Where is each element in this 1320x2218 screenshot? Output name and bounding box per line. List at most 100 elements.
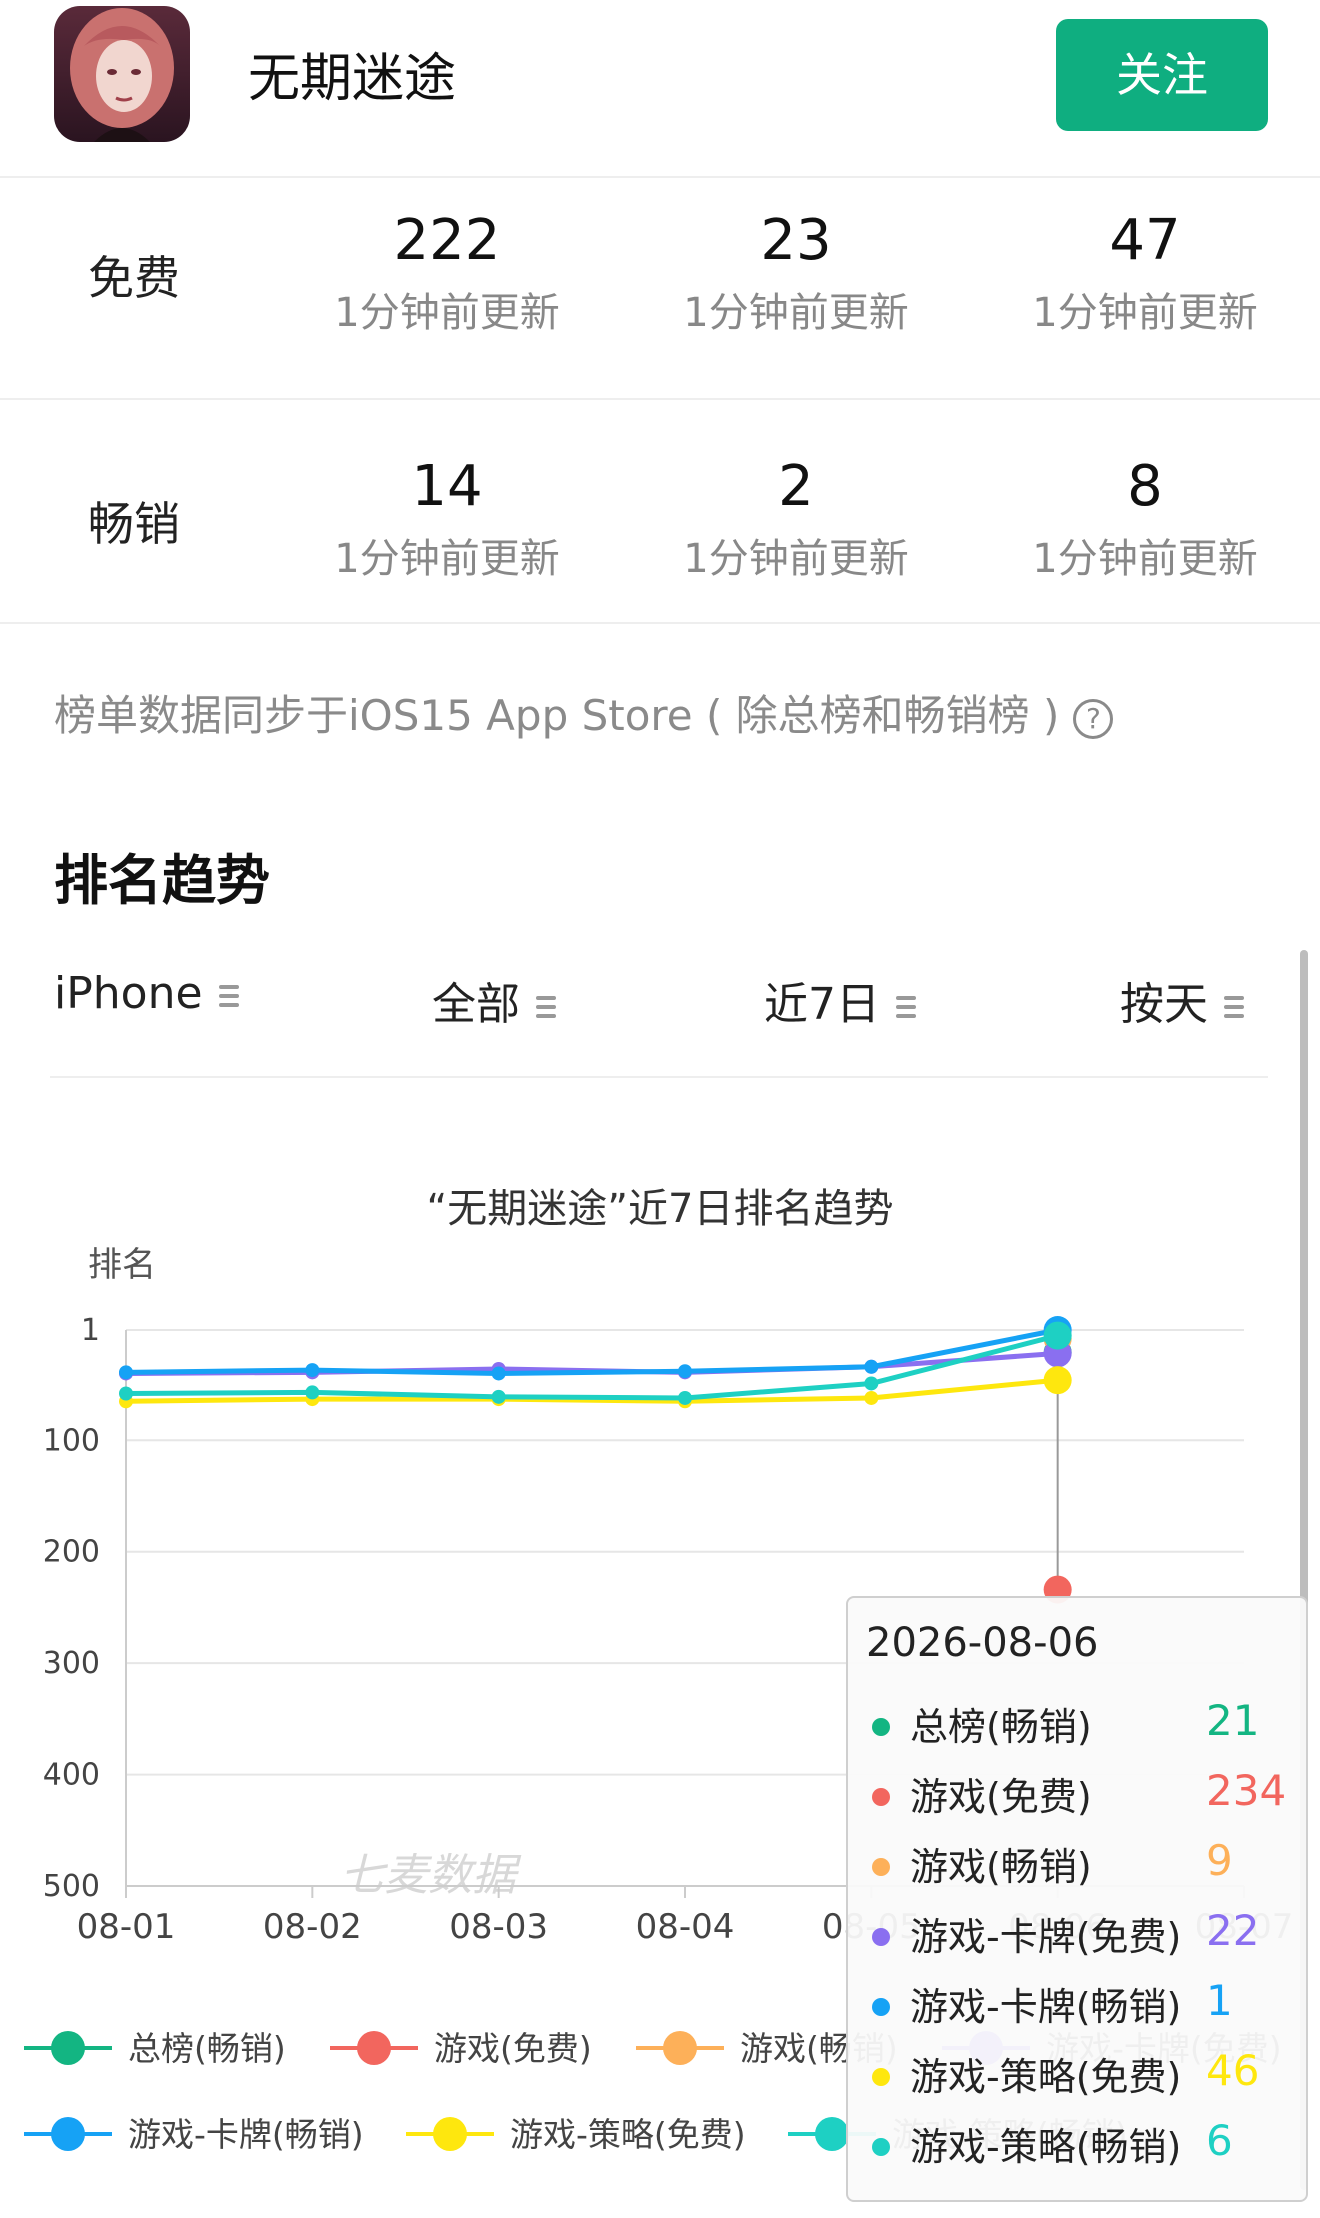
- rank-updated: 1分钟前更新: [334, 536, 560, 582]
- menu-icon: [1224, 995, 1244, 1019]
- data-point: [119, 1365, 133, 1380]
- rank-value: 23: [760, 208, 832, 273]
- x-tick-label: 08-03: [449, 1907, 548, 1947]
- data-point: [678, 1390, 692, 1405]
- help-icon[interactable]: ?: [1073, 698, 1114, 739]
- rank-value: 14: [411, 454, 483, 519]
- rank-cell[interactable]: 23 1分钟前更新: [646, 208, 946, 346]
- device-filter[interactable]: iPhone: [54, 968, 239, 1019]
- rank-value: 47: [1109, 208, 1181, 273]
- tooltip-row: 游戏(免费) 234: [848, 1760, 1306, 1830]
- data-point: [119, 1386, 133, 1401]
- series-dot-icon: [872, 1928, 890, 1946]
- grossing-rank-label: 畅销: [88, 497, 180, 551]
- legend-label: 游戏-策略(免费): [510, 2115, 746, 2154]
- legend-marker: [815, 2117, 849, 2151]
- free-rank-row: 免费 222 1分钟前更新 23 1分钟前更新 47 1分钟前更新: [0, 176, 1320, 400]
- tooltip-series-name: 游戏(畅销): [910, 1845, 1092, 1889]
- legend-item[interactable]: 游戏(免费): [330, 2029, 592, 2068]
- data-point: [491, 1389, 506, 1404]
- tooltip-series-value: 1: [1206, 1976, 1233, 2025]
- series-line: [125, 1327, 1059, 1376]
- x-tick-label: 08-02: [263, 1907, 362, 1947]
- sync-note: 榜单数据同步于iOS15 App Store ( 除总榜和畅销榜 )?: [54, 682, 1114, 743]
- legend-marker: [51, 2031, 85, 2065]
- free-rank-label: 免费: [88, 251, 180, 305]
- series-dot-icon: [872, 2068, 890, 2086]
- category-filter[interactable]: 全部: [432, 968, 556, 1032]
- data-point: [864, 1359, 879, 1374]
- rank-updated: 1分钟前更新: [334, 290, 560, 336]
- range-filter-label: 近7日: [764, 979, 880, 1030]
- sync-note-text: 榜单数据同步于iOS15 App Store ( 除总榜和畅销榜 ): [54, 691, 1060, 740]
- legend-marker: [663, 2031, 697, 2065]
- data-point: [864, 1390, 879, 1405]
- rank-updated: 1分钟前更新: [1032, 536, 1258, 582]
- data-point: [305, 1385, 320, 1400]
- tooltip-series-name: 游戏(免费): [910, 1775, 1092, 1819]
- tooltip-series-value: 21: [1206, 1696, 1260, 1745]
- rank-updated: 1分钟前更新: [683, 290, 909, 336]
- tooltip-series-value: 22: [1206, 1906, 1260, 1955]
- section-title: 排名趋势: [54, 849, 270, 912]
- tooltip-series-value: 46: [1206, 2046, 1260, 2095]
- tooltip-series-name: 游戏-策略(畅销): [910, 2125, 1182, 2169]
- chart-title: “无期迷途”近7日排名趋势: [427, 1186, 894, 1232]
- tooltip-row: 游戏(畅销) 9: [848, 1830, 1306, 1900]
- series-dot-icon: [872, 1858, 890, 1876]
- rank-cell[interactable]: 8 1分钟前更新: [995, 454, 1295, 592]
- category-filter-label: 全部: [432, 979, 520, 1030]
- series-dot-icon: [872, 2138, 890, 2156]
- app-header: 无期迷途 关注: [0, 0, 1320, 178]
- rank-cell[interactable]: 47 1分钟前更新: [995, 208, 1295, 346]
- legend-item[interactable]: 总榜(畅销): [24, 2029, 286, 2068]
- legend-item[interactable]: 游戏-卡牌(畅销): [24, 2115, 364, 2154]
- tooltip-row: 总榜(畅销) 21: [848, 1690, 1306, 1760]
- y-tick-label: 500: [43, 1869, 100, 1904]
- data-point: [491, 1366, 506, 1381]
- app-icon[interactable]: [54, 6, 190, 142]
- app-name: 无期迷途: [248, 49, 457, 109]
- menu-icon: [536, 995, 556, 1019]
- tooltip-series-name: 游戏-策略(免费): [910, 2055, 1182, 2099]
- menu-icon: [896, 995, 916, 1019]
- rank-updated: 1分钟前更新: [1032, 290, 1258, 336]
- legend-marker: [357, 2031, 391, 2065]
- y-tick-label: 300: [43, 1646, 100, 1681]
- watermark: 七麦数据: [340, 1850, 522, 1901]
- chart-tooltip: 2026-08-06 总榜(畅销) 21 游戏(免费) 234 游戏(畅销) 9 游戏-卡牌…: [846, 1596, 1308, 2202]
- data-point: [1043, 1321, 1072, 1350]
- series-dot-icon: [872, 1718, 890, 1736]
- y-tick-label: 1: [81, 1313, 100, 1348]
- legend-marker: [51, 2117, 85, 2151]
- rank-cell[interactable]: 14 1分钟前更新: [297, 454, 597, 592]
- tooltip-row: 游戏-策略(免费) 46: [848, 2040, 1306, 2110]
- tooltip-series-name: 总榜(畅销): [910, 1705, 1092, 1749]
- y-tick-label: 400: [43, 1758, 100, 1793]
- follow-button[interactable]: 关注: [1056, 19, 1268, 131]
- tooltip-row: 游戏-卡牌(畅销) 1: [848, 1970, 1306, 2040]
- rank-updated: 1分钟前更新: [683, 536, 909, 582]
- tooltip-series-value: 9: [1206, 1836, 1233, 1885]
- tooltip-row: 游戏-卡牌(免费) 22: [848, 1900, 1306, 1970]
- rank-cell[interactable]: 222 1分钟前更新: [297, 208, 597, 346]
- tooltip-row: 游戏-策略(畅销) 6: [848, 2110, 1306, 2180]
- data-point: [305, 1363, 320, 1378]
- divider: [50, 1076, 1268, 1078]
- tooltip-series-value: 234: [1206, 1766, 1287, 1815]
- tooltip-series-name: 游戏-卡牌(畅销): [910, 1985, 1182, 2029]
- rank-value: 222: [393, 208, 501, 273]
- menu-icon: [218, 984, 239, 1008]
- tooltip-series-name: 游戏-卡牌(免费): [910, 1915, 1182, 1959]
- legend-item[interactable]: 游戏-策略(免费): [406, 2115, 746, 2154]
- legend-label: 游戏-卡牌(畅销): [128, 2115, 364, 2154]
- legend-label: 游戏(免费): [434, 2029, 592, 2068]
- grossing-rank-row: 畅销 14 1分钟前更新 2 1分钟前更新 8 1分钟前更新: [0, 400, 1320, 624]
- granularity-filter[interactable]: 按天: [1120, 968, 1244, 1032]
- tooltip-series-value: 6: [1206, 2116, 1233, 2165]
- rank-cell[interactable]: 2 1分钟前更新: [646, 454, 946, 592]
- data-point: [1043, 1366, 1072, 1395]
- series-dot-icon: [872, 1788, 890, 1806]
- y-tick-label: 100: [43, 1423, 100, 1458]
- range-filter[interactable]: 近7日: [764, 968, 916, 1032]
